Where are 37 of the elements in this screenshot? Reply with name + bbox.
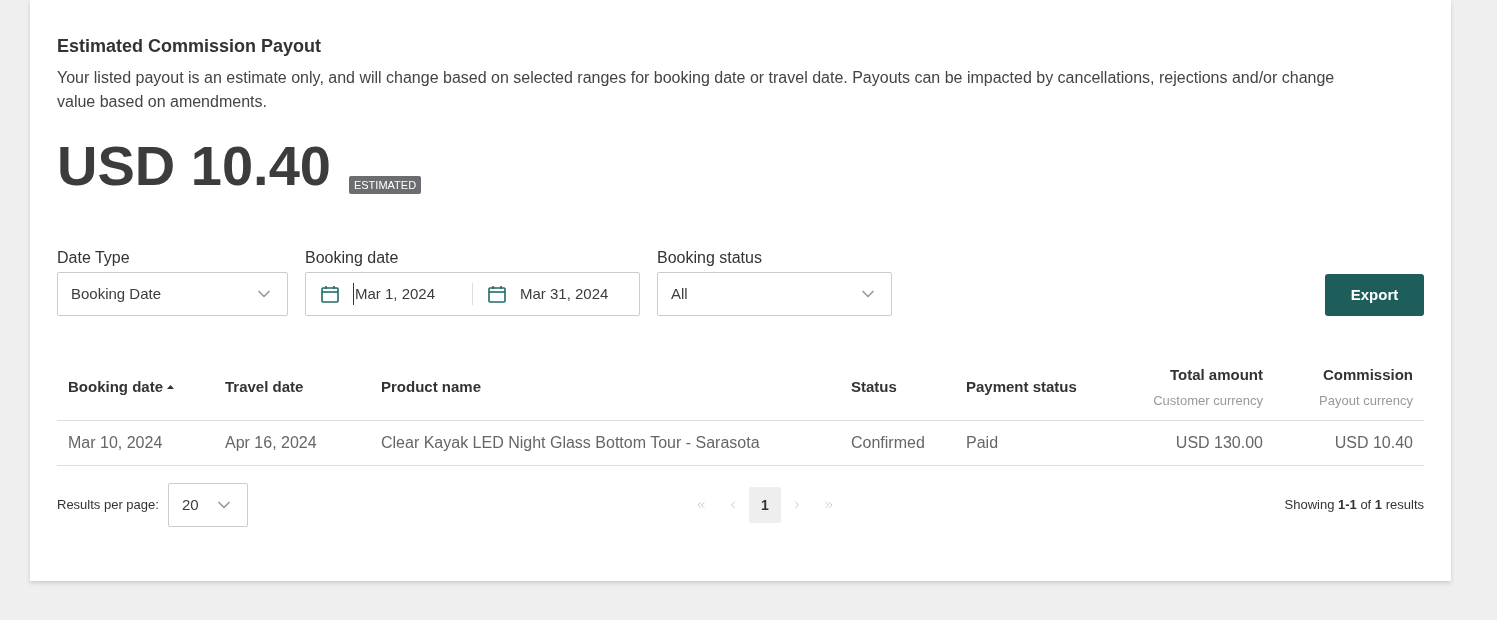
field-label: Booking status — [657, 248, 763, 268]
table-cell-text: Mar 10, 2024 — [67, 433, 164, 453]
field-label: Date Type — [57, 248, 131, 268]
estimated-label: ESTIMATED — [348, 175, 422, 194]
column-header[interactable]: Payment status — [966, 375, 1077, 399]
column-subtitle: Customer currency — [1153, 391, 1263, 410]
per-page-select[interactable]: 20 — [167, 483, 248, 527]
per-page-label: Results per page: — [57, 496, 159, 515]
field-label: Booking date — [305, 248, 400, 268]
page-button[interactable]: 1 — [749, 487, 781, 523]
payout-amount: USD 10.40 — [57, 134, 331, 198]
column-header[interactable]: Product name — [381, 375, 482, 399]
double-chevron-left-icon — [695, 499, 707, 511]
table-cell-text: Confirmed — [850, 433, 926, 453]
description: Your listed payout is an estimate only, and will change based on selected ranges for booking date or travel date. Payouts can be impacted by cancellations, rejections and/or change value based on amendments. — [57, 68, 1336, 112]
table-cell-text: USD 130.00 — [1174, 433, 1264, 453]
section-title: Estimated Commission Payout — [57, 35, 323, 58]
table-cell-text: Paid — [965, 433, 1000, 453]
end-date[interactable]: Mar 31, 2024 — [520, 282, 609, 306]
double-chevron-right-icon — [823, 499, 835, 511]
column-header[interactable]: Travel date — [225, 375, 304, 399]
column-header[interactable]: Commission — [1323, 364, 1413, 387]
column-header[interactable]: Status — [851, 375, 897, 399]
table-cell-text: Apr 16, 2024 — [224, 433, 318, 453]
export-button[interactable]: Export — [1325, 274, 1424, 316]
calendar-icon — [487, 284, 507, 304]
results-summary: Showing 1-1 of 1 results — [1284, 496, 1424, 515]
table-cell-text: USD 10.40 — [1333, 433, 1414, 453]
column-subtitle: Payout currency — [1319, 391, 1413, 410]
status-select[interactable]: All — [657, 272, 892, 316]
table-cell-text: Clear Kayak LED Night Glass Bottom Tour - Sarasota — [380, 433, 761, 453]
date-type-select[interactable]: Booking Date — [57, 272, 288, 316]
date-range-field[interactable]: Mar 1, 2024 Mar 31, 2024 — [305, 272, 640, 316]
start-date[interactable]: Mar 1, 2024 — [353, 282, 458, 306]
calendar-icon — [320, 284, 340, 304]
column-header[interactable]: Total amount — [1169, 364, 1263, 387]
column-header[interactable]: Booking date — [68, 375, 163, 399]
